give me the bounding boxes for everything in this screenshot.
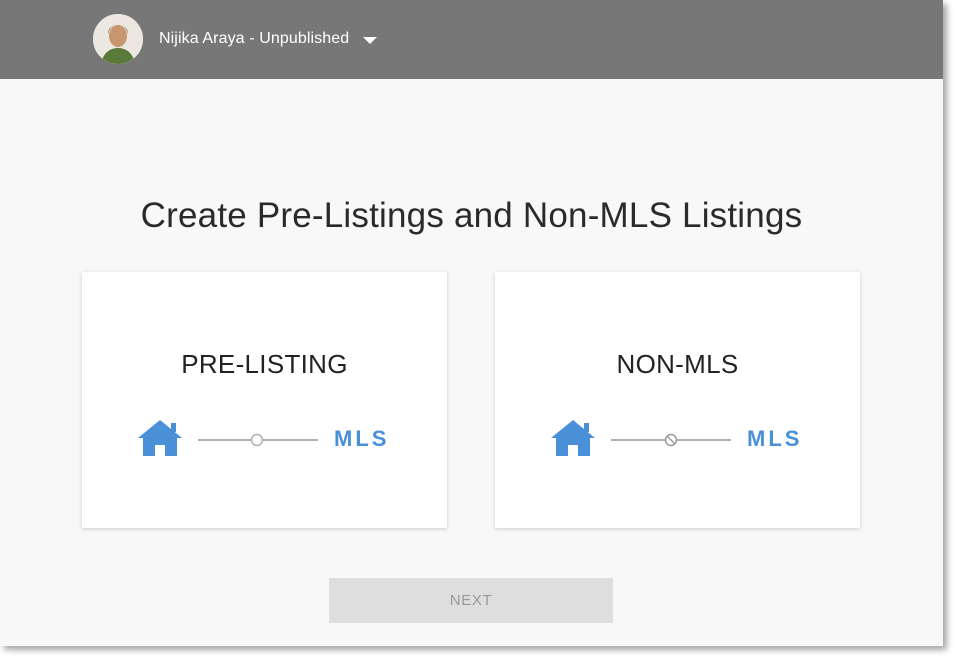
top-bar: Nijika Araya - Unpublished — [0, 0, 943, 79]
pre-listing-graphic: MLS — [82, 420, 447, 460]
mls-label: MLS — [747, 426, 803, 451]
user-name: Nijika Araya - Unpublished — [159, 30, 350, 47]
circle-icon — [250, 433, 264, 447]
avatar-image — [93, 14, 143, 64]
house-icon — [138, 420, 182, 456]
page-title: Create Pre-Listings and Non-MLS Listings — [140, 196, 803, 235]
pre-listing-title: PRE-LISTING — [181, 349, 348, 379]
avatar[interactable] — [93, 14, 143, 64]
non-mls-title: NON-MLS — [616, 349, 739, 379]
mls-label: MLS — [334, 426, 390, 451]
user-menu[interactable]: Nijika Araya - Unpublished — [159, 27, 378, 51]
pre-listing-card[interactable]: PRE-LISTING MLS — [82, 272, 447, 528]
prohibited-icon — [664, 433, 678, 447]
non-mls-card[interactable]: NON-MLS MLS — [495, 272, 860, 528]
app-window: Nijika Araya - Unpublished Create Pre-Li… — [0, 0, 943, 646]
non-mls-graphic: MLS — [495, 420, 860, 460]
house-icon — [551, 420, 595, 456]
next-button[interactable]: NEXT — [329, 578, 613, 623]
chevron-down-icon[interactable] — [363, 37, 378, 44]
